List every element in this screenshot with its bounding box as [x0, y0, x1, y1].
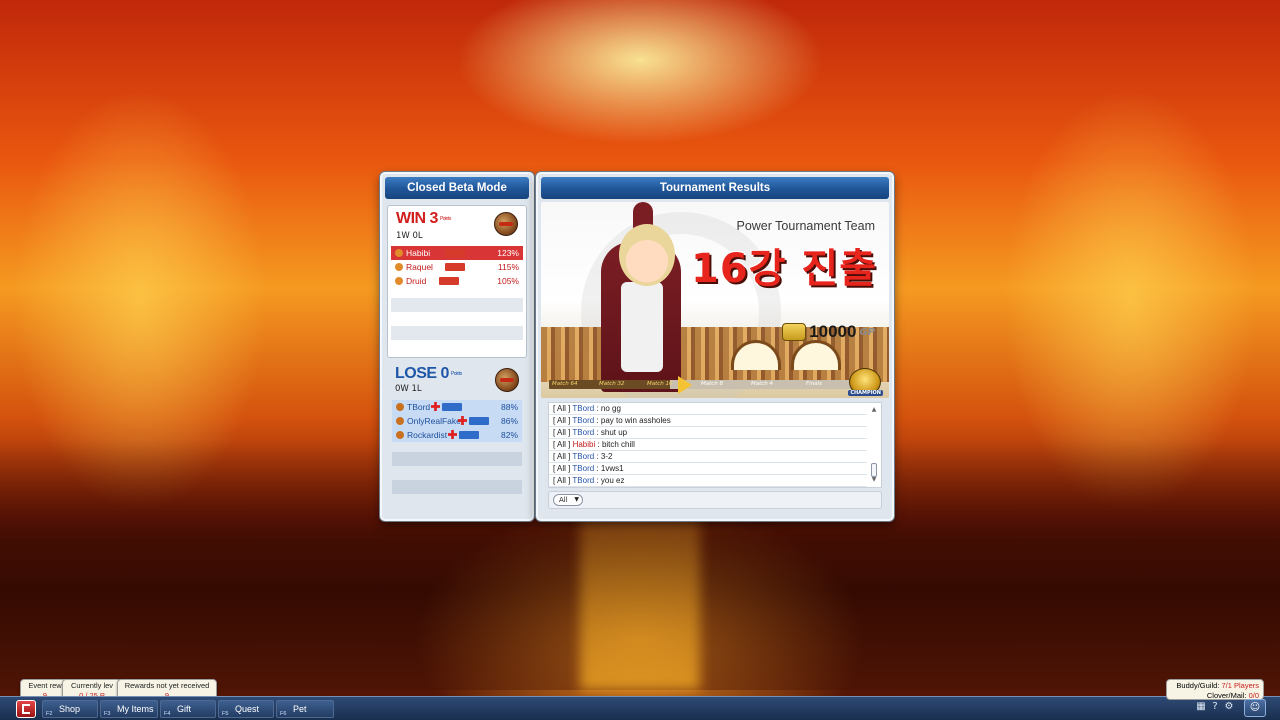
gp-reward: 10000 GP [782, 322, 875, 342]
lose-record: 0W 1L [395, 384, 422, 394]
help-icon[interactable]: ? [1209, 701, 1221, 713]
guild-tag-icon [439, 277, 459, 285]
results-title: Tournament Results [541, 177, 889, 199]
player-row[interactable]: OnlyRealFake 86% [392, 414, 522, 428]
win-team-emblem-icon [494, 212, 518, 236]
chat-message: [ All ] TBord : 3-2 [549, 451, 867, 463]
exit-button[interactable] [16, 700, 36, 718]
player-name: Druid [406, 276, 427, 286]
lose-team-box: LOSE 0 Points 0W 1L TBord 88% OnlyRealFak… [387, 362, 527, 512]
player-name: Habibi [406, 248, 431, 258]
win-title: WIN 3 Points [396, 210, 451, 227]
lose-title: LOSE 0 Points [395, 365, 462, 382]
pet-button[interactable]: F6 Pet [276, 700, 334, 718]
scroll-down-icon[interactable]: ▼ [870, 477, 878, 483]
rank-icon [396, 417, 404, 425]
gold-coins-icon [782, 323, 807, 341]
gear-icon[interactable]: ⚙ [1223, 701, 1235, 713]
grid-icon[interactable]: ▦ [1195, 701, 1207, 713]
player-percent: 82% [500, 430, 518, 440]
chat-message: [ All ] Habibi : bitch chill [549, 439, 867, 451]
empty-slot [391, 298, 523, 312]
bracket-stage: Match 8 [701, 381, 724, 387]
guild-tag-icon [459, 431, 479, 439]
rank-icon [395, 263, 403, 271]
player-name: Raquel [406, 262, 433, 272]
player-percent: 105% [497, 276, 519, 286]
chevron-down-icon: ▼ [574, 496, 579, 503]
rank-icon [395, 277, 403, 285]
player-row[interactable]: TBord 88% [392, 400, 522, 414]
mode-title: Closed Beta Mode [385, 177, 529, 199]
bracket-progress-arrow-icon [678, 376, 692, 394]
guild-tag-icon [445, 249, 465, 257]
player-row[interactable]: Druid 105% [391, 274, 523, 288]
player-name: OnlyRealFake [407, 416, 461, 426]
chat-message: [ All ] TBord : 1vws1 [549, 463, 867, 475]
champion-label: CHAMPION [848, 390, 883, 396]
win-record: 1W 0L [396, 231, 423, 241]
gp-amount: 10000 [809, 322, 857, 341]
results-banner: Power Tournament Team 16강 진출 10000 GP Ma… [541, 202, 889, 398]
gift-button[interactable]: F4 Gift [160, 700, 216, 718]
player-name: Rockardist [407, 430, 448, 440]
empty-slot [392, 452, 522, 466]
lose-team-emblem-icon [495, 368, 519, 392]
result-headline: 16강 진출 [691, 246, 877, 292]
medic-cross-icon [431, 402, 440, 411]
exit-icon [22, 704, 30, 714]
chat-message: [ All ] TBord : no gg [549, 403, 867, 415]
medic-cross-icon [448, 430, 457, 439]
chat-input-row[interactable]: All ▼ [548, 491, 882, 509]
friends-icon[interactable]: ☺ [1244, 699, 1266, 717]
empty-slot [391, 326, 523, 340]
guild-tag-icon [442, 403, 462, 411]
rank-icon [395, 249, 403, 257]
character-shirt [621, 282, 663, 372]
win-team-box: WIN 3 Points 1W 0L Habibi 123% Raquel 115… [387, 205, 527, 358]
player-name: TBord [407, 402, 431, 412]
player-percent: 88% [500, 402, 518, 412]
quest-button[interactable]: F5 Quest [218, 700, 274, 718]
player-percent: 123% [497, 248, 519, 258]
player-row[interactable]: Habibi 123% [391, 246, 523, 260]
chat-message: [ All ] TBord : shut up [549, 427, 867, 439]
bracket-stage: Match 64 [552, 381, 578, 387]
chat-message: [ All ] TBord : you ez [549, 475, 867, 487]
buddy-status-box[interactable]: Buddy/Guild: 7/1 Players Clover/Mail: 0/… [1166, 679, 1264, 700]
player-row[interactable]: Rockardist 82% [392, 428, 522, 442]
chat-channel-select[interactable]: All ▼ [553, 494, 583, 506]
scroll-up-icon[interactable]: ▲ [870, 407, 878, 413]
tournament-bracket-bar: Match 64 Match 32 Match 16 Match 8 Match… [549, 380, 867, 389]
bottom-menu-bar: F2 Shop F3 My Items F4 Gift F5 Quest F6 Pet [0, 696, 1280, 720]
bracket-stage: Match 16 [647, 381, 673, 387]
my-items-button[interactable]: F3 My Items [100, 700, 158, 718]
scroll-thumb[interactable] [871, 463, 877, 477]
chat-scrollbar[interactable]: ▲ ▼ [870, 407, 878, 483]
empty-slot [391, 312, 523, 326]
chat-message: [ All ] TBord : pay to win assholes [549, 415, 867, 427]
tournament-results-panel: Tournament Results Power Tournament Team… [536, 172, 894, 521]
empty-slot [392, 466, 522, 480]
shop-button[interactable]: F2 Shop [42, 700, 98, 718]
bracket-stage: Match 4 [751, 381, 774, 387]
rank-icon [396, 431, 404, 439]
gp-unit: GP [859, 326, 875, 338]
player-percent: 86% [500, 416, 518, 426]
character-head [619, 224, 675, 286]
team-label: Power Tournament Team [736, 219, 875, 233]
guild-tag-icon [469, 417, 489, 425]
match-mode-panel: Closed Beta Mode WIN 3 Points 1W 0L Habib… [380, 172, 534, 521]
player-row[interactable]: Raquel 115% [391, 260, 523, 274]
guild-tag-icon [445, 263, 465, 271]
empty-slot [392, 480, 522, 494]
chat-log[interactable]: [ All ] TBord : no gg [ All ] TBord : pa… [548, 402, 882, 488]
rank-icon [396, 403, 404, 411]
bracket-stage: Match 32 [599, 381, 625, 387]
player-percent: 115% [497, 262, 519, 272]
bracket-stage: Finals [806, 381, 822, 387]
